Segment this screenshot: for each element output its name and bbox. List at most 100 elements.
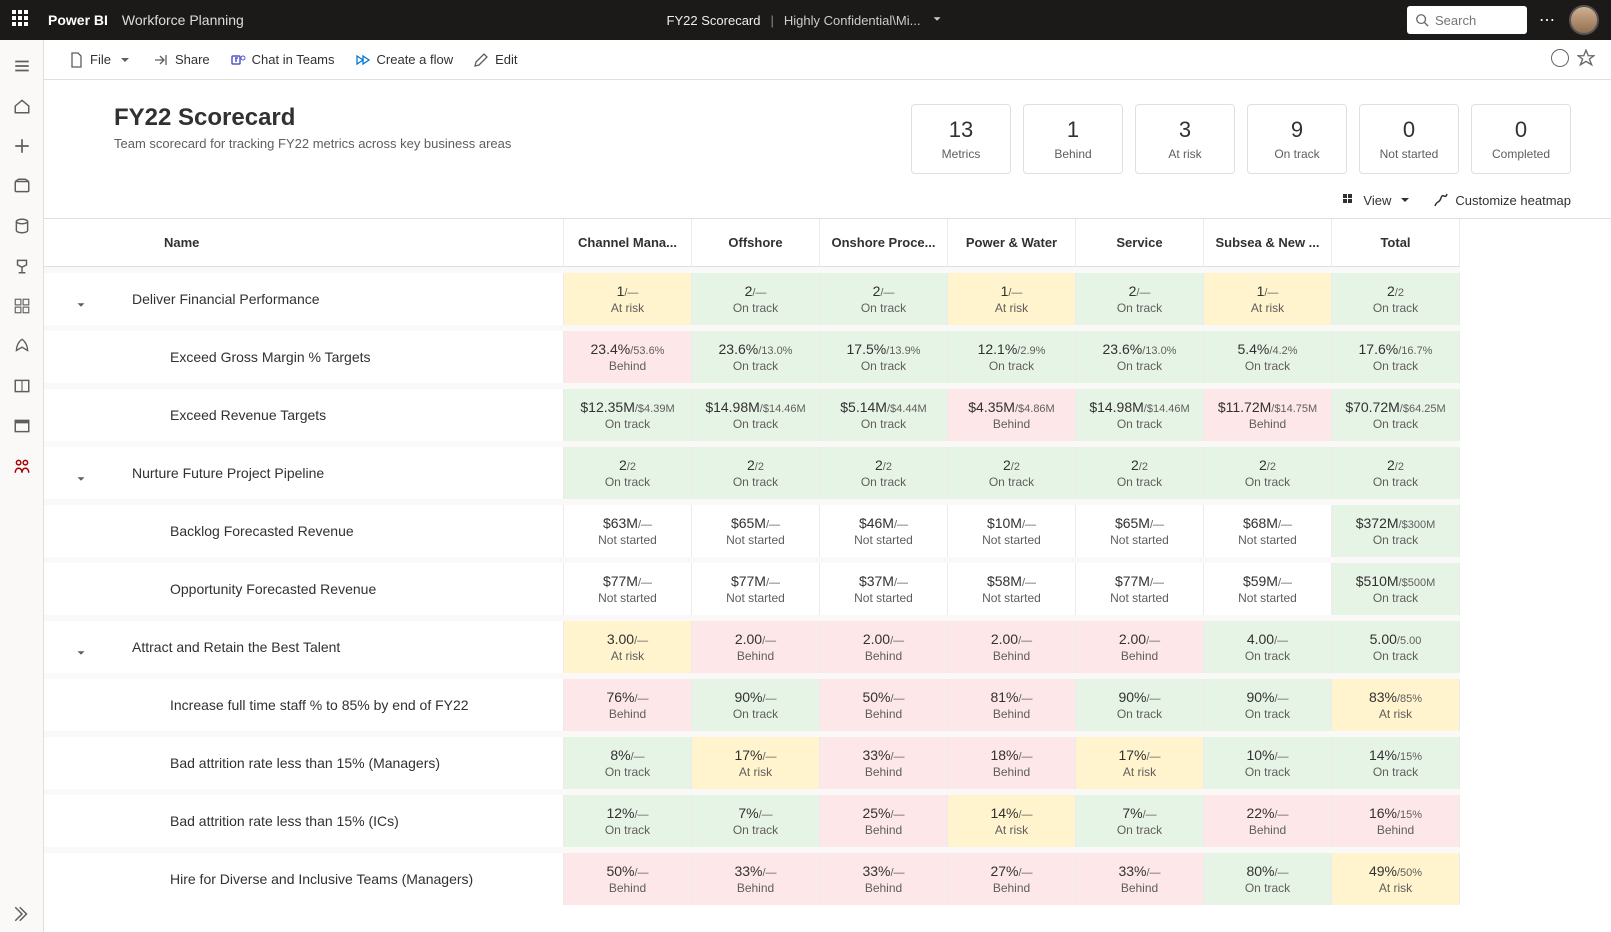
search-box[interactable] [1407,6,1527,34]
metric-cell[interactable]: 10%/— On track [1204,737,1332,789]
expand-toggle-icon[interactable] [71,469,91,489]
nav-browse-icon[interactable] [4,168,40,204]
metric-cell[interactable]: $12.35M/$4.39M On track [564,389,692,441]
metric-name[interactable]: Exceed Revenue Targets [114,389,564,441]
metric-cell[interactable]: 50%/— Behind [820,679,948,731]
metric-name[interactable]: Hire for Diverse and Inclusive Teams (Ma… [114,853,564,905]
nav-apps-icon[interactable] [4,288,40,324]
metric-cell[interactable]: 5.4%/4.2% On track [1204,331,1332,383]
metric-cell[interactable]: 1/— At risk [948,273,1076,325]
customize-heatmap-button[interactable]: Customize heatmap [1433,192,1571,208]
metric-cell[interactable]: 23.6%/13.0% On track [1076,331,1204,383]
column-header[interactable]: Subsea & New ... [1204,219,1332,267]
column-header[interactable]: Service [1076,219,1204,267]
metric-cell[interactable]: 5.00/5.00 On track [1332,621,1460,673]
metric-cell[interactable]: $14.98M/$14.46M On track [692,389,820,441]
metric-cell[interactable]: 1/— At risk [564,273,692,325]
metric-cell[interactable]: 17.6%/16.7% On track [1332,331,1460,383]
refresh-icon[interactable] [1551,49,1569,67]
metric-cell[interactable]: 2/— On track [820,273,948,325]
metric-name[interactable]: Backlog Forecasted Revenue [114,505,564,557]
metric-cell[interactable]: 2/— On track [1076,273,1204,325]
metric-cell[interactable]: 25%/— Behind [820,795,948,847]
metric-name[interactable]: Attract and Retain the Best Talent [114,621,564,673]
metric-cell[interactable]: 76%/— Behind [564,679,692,731]
edit-button[interactable]: Edit [465,48,525,72]
file-menu[interactable]: File [60,48,141,72]
metric-cell[interactable]: $10M/— Not started [948,505,1076,557]
kpi-card[interactable]: 0Completed [1471,104,1571,174]
metric-name[interactable]: Increase full time staff % to 85% by end… [114,679,564,731]
metric-cell[interactable]: 16%/15% Behind [1332,795,1460,847]
metric-cell[interactable]: 2/2 On track [1332,273,1460,325]
metric-cell[interactable]: 27%/— Behind [948,853,1076,905]
expand-toggle-icon[interactable] [71,643,91,663]
kpi-card[interactable]: 3At risk [1135,104,1235,174]
metric-cell[interactable]: 14%/15% On track [1332,737,1460,789]
metric-cell[interactable]: 4.00/— On track [1204,621,1332,673]
metric-cell[interactable]: $77M/— Not started [564,563,692,615]
metric-name[interactable]: Opportunity Forecasted Revenue [114,563,564,615]
metric-cell[interactable]: 7%/— On track [1076,795,1204,847]
nav-expand-icon[interactable] [4,896,40,932]
metric-cell[interactable]: $4.35M/$4.86M Behind [948,389,1076,441]
metric-name[interactable]: Bad attrition rate less than 15% (Manage… [114,737,564,789]
column-header[interactable]: Power & Water [948,219,1076,267]
app-launcher-icon[interactable] [12,10,32,30]
kpi-card[interactable]: 1Behind [1023,104,1123,174]
chevron-down-icon[interactable] [930,12,944,29]
metric-cell[interactable]: $65M/— Not started [1076,505,1204,557]
metric-cell[interactable]: 2/2 On track [948,447,1076,499]
metric-cell[interactable]: 17.5%/13.9% On track [820,331,948,383]
metric-cell[interactable]: 22%/— Behind [1204,795,1332,847]
column-header[interactable]: Offshore [692,219,820,267]
nav-workforce-icon[interactable] [4,448,40,484]
metric-name[interactable]: Bad attrition rate less than 15% (ICs) [114,795,564,847]
metric-cell[interactable]: 18%/— Behind [948,737,1076,789]
metric-cell[interactable]: $68M/— Not started [1204,505,1332,557]
metric-cell[interactable]: 90%/— On track [1204,679,1332,731]
metric-cell[interactable]: $77M/— Not started [1076,563,1204,615]
metric-cell[interactable]: $14.98M/$14.46M On track [1076,389,1204,441]
metric-cell[interactable]: 17%/— At risk [692,737,820,789]
metric-cell[interactable]: 2.00/— Behind [820,621,948,673]
metric-cell[interactable]: 2/2 On track [692,447,820,499]
metric-cell[interactable]: $37M/— Not started [820,563,948,615]
column-header[interactable]: Channel Mana... [564,219,692,267]
metric-cell[interactable]: 2.00/— Behind [692,621,820,673]
metric-cell[interactable]: $372M/$300M On track [1332,505,1460,557]
metric-cell[interactable]: 12%/— On track [564,795,692,847]
metric-cell[interactable]: 81%/— Behind [948,679,1076,731]
metric-cell[interactable]: $58M/— Not started [948,563,1076,615]
favorite-icon[interactable] [1577,49,1595,70]
metric-cell[interactable]: 2.00/— Behind [1076,621,1204,673]
more-options-icon[interactable]: ⋯ [1539,10,1557,30]
metric-cell[interactable]: 2/2 On track [564,447,692,499]
metric-cell[interactable]: 2/2 On track [1332,447,1460,499]
metric-cell[interactable]: 83%/85% At risk [1332,679,1460,731]
metric-cell[interactable]: 90%/— On track [692,679,820,731]
search-input[interactable] [1435,13,1515,28]
metric-cell[interactable]: $59M/— Not started [1204,563,1332,615]
metric-cell[interactable]: $11.72M/$14.75M Behind [1204,389,1332,441]
metric-cell[interactable]: $5.14M/$4.44M On track [820,389,948,441]
metric-cell[interactable]: 14%/— At risk [948,795,1076,847]
metric-cell[interactable]: 80%/— On track [1204,853,1332,905]
metric-cell[interactable]: 23.6%/13.0% On track [692,331,820,383]
column-header[interactable]: Onshore Proce... [820,219,948,267]
user-avatar[interactable] [1569,5,1599,35]
metric-name[interactable]: Deliver Financial Performance [114,273,564,325]
nav-home-icon[interactable] [4,88,40,124]
nav-data-hub-icon[interactable] [4,208,40,244]
metric-cell[interactable]: 23.4%/53.6% Behind [564,331,692,383]
nav-learn-icon[interactable] [4,368,40,404]
kpi-card[interactable]: 0Not started [1359,104,1459,174]
nav-deployment-icon[interactable] [4,328,40,364]
nav-workspaces-icon[interactable] [4,408,40,444]
expand-toggle-icon[interactable] [71,295,91,315]
metric-cell[interactable]: 33%/— Behind [1076,853,1204,905]
kpi-card[interactable]: 9On track [1247,104,1347,174]
nav-create-icon[interactable] [4,128,40,164]
share-button[interactable]: Share [145,48,218,72]
metric-cell[interactable]: 3.00/— At risk [564,621,692,673]
